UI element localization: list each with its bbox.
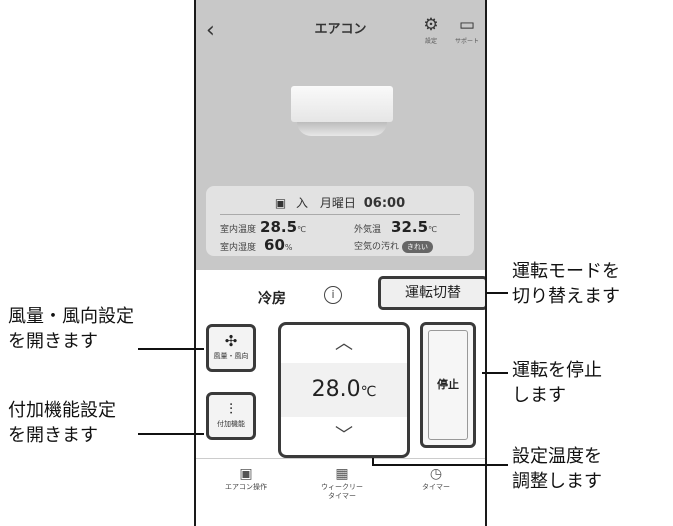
clock-icon: ◷: [429, 466, 443, 482]
indoor-humidity-value: 60: [264, 236, 285, 254]
callout-fan: 風量・風向設定 を開きます: [8, 304, 134, 354]
settings-button[interactable]: ⚙ 設定: [414, 16, 448, 45]
outdoor-temp-unit: ℃: [428, 225, 438, 234]
tab-timer[interactable]: ◷ タイマー: [396, 465, 476, 492]
tab-label: タイマー: [422, 483, 450, 491]
leader-line: [138, 433, 204, 435]
switch-mode-button[interactable]: 運転切替: [378, 276, 485, 310]
sliders-icon: ⫶: [229, 400, 233, 418]
fan-icon: ✣: [224, 332, 238, 350]
calendar-icon: ▦: [335, 466, 349, 482]
indoor-temp-value: 28.5: [260, 218, 298, 236]
temperature-control: ︿ 28.0℃ ﹀: [278, 322, 410, 458]
tab-aircon-control[interactable]: ▣ エアコン操作: [206, 465, 286, 492]
tab-bar: ▣ エアコン操作 ▦ ウィークリー タイマー ◷ タイマー: [196, 458, 485, 526]
callout-line: 運転を停止: [512, 360, 602, 381]
leader-line: [482, 372, 508, 374]
temperature-unit: ℃: [360, 384, 377, 400]
indoor-humidity-label: 室内湿度: [220, 243, 257, 253]
callout-line: 付加機能設定: [8, 400, 116, 421]
info-card: ▣ 入 月曜日 06:00 室内温度 28.5℃ 外気温 32.5℃ 室内湿度 60%…: [206, 186, 474, 256]
temp-down-button[interactable]: ﹀: [281, 417, 407, 455]
fan-settings-button[interactable]: ✣ 風量・風向: [206, 324, 256, 372]
air-quality-label: 空気の汚れ: [354, 242, 400, 252]
remote-icon: ▣: [239, 466, 253, 482]
control-panel: 冷房 i 運転切替 ✣ 風量・風向 ⫶ 付加機能 ︿ 28.0℃ ﹀ 停止 ▣ …: [196, 270, 485, 526]
air-conditioner-image: [291, 86, 393, 140]
air-quality: 空気の汚れ きれい: [354, 239, 434, 253]
air-quality-badge: きれい: [402, 241, 434, 253]
status-area: ‹ エアコン ⚙ 設定 ▭ サポート ▣ 入 月曜日 06:00 室内温度 28.…: [196, 0, 485, 270]
operation-mode: 冷房: [258, 291, 286, 307]
gear-icon: ⚙: [423, 15, 439, 35]
indoor-temp-unit: ℃: [297, 225, 307, 234]
callout-line: 調整します: [512, 471, 602, 492]
fan-label: 風量・風向: [213, 352, 249, 360]
outdoor-temp-label: 外気温: [354, 225, 382, 235]
support-button[interactable]: ▭ サポート: [450, 16, 484, 45]
timer-day: 月曜日: [319, 196, 356, 210]
callout-line: します: [512, 385, 566, 406]
app-screen: ‹ エアコン ⚙ 設定 ▭ サポート ▣ 入 月曜日 06:00 室内温度 28.…: [194, 0, 487, 526]
timer-time: 06:00: [363, 196, 406, 211]
info-icon[interactable]: i: [324, 286, 342, 304]
tab-label: ウィークリー: [321, 483, 363, 491]
leader-line: [372, 464, 508, 466]
callout-temperature: 設定温度を 調整します: [512, 444, 602, 494]
extra-label: 付加機能: [217, 420, 245, 428]
stop-label: 停止: [428, 330, 468, 440]
temp-up-button[interactable]: ︿: [281, 325, 407, 363]
extra-functions-button[interactable]: ⫶ 付加機能: [206, 392, 256, 440]
indoor-temp: 室内温度 28.5℃: [220, 218, 306, 236]
outdoor-temp-value: 32.5: [391, 218, 429, 236]
indoor-temp-label: 室内温度: [220, 225, 257, 235]
tab-label-2: タイマー: [328, 492, 356, 500]
indoor-humidity-unit: %: [284, 243, 293, 252]
callout-line: を開きます: [8, 331, 98, 352]
stop-button[interactable]: 停止: [420, 322, 476, 448]
callout-stop: 運転を停止 します: [512, 358, 602, 408]
chat-icon: ▭: [458, 15, 476, 35]
leader-line: [486, 292, 508, 294]
callout-switch-mode: 運転モードを 切り替えます: [512, 259, 620, 309]
indoor-humidity: 室内湿度 60%: [220, 236, 293, 254]
calendar-icon: ▣: [274, 196, 287, 210]
tab-weekly-timer[interactable]: ▦ ウィークリー タイマー: [302, 465, 382, 501]
callout-line: 風量・風向設定: [8, 306, 134, 327]
outdoor-temp: 外気温 32.5℃: [354, 218, 437, 236]
callout-line: 設定温度を: [512, 446, 602, 467]
timer-row: ▣ 入 月曜日 06:00: [206, 194, 474, 211]
leader-line: [138, 348, 204, 350]
callout-line: を開きます: [8, 425, 98, 446]
tab-label: エアコン操作: [225, 483, 267, 491]
timer-label: 入: [296, 196, 309, 210]
temperature-display: 28.0℃: [281, 363, 407, 417]
callout-line: 運転モードを: [512, 261, 620, 282]
support-label: サポート: [454, 38, 479, 45]
callout-extra: 付加機能設定 を開きます: [8, 398, 116, 448]
settings-label: 設定: [424, 38, 437, 45]
callout-line: 切り替えます: [512, 286, 620, 307]
divider: [220, 214, 460, 215]
temperature-value: 28.0: [311, 377, 361, 402]
